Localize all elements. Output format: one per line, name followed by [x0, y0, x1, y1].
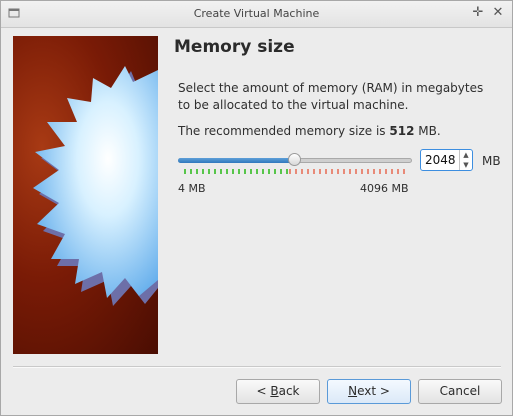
back-accelerator: B: [270, 384, 279, 398]
slider-max-label: 4096 MB: [360, 182, 409, 195]
back-button[interactable]: < Back: [236, 379, 320, 404]
memory-unit-label: MB: [482, 154, 501, 168]
recommended-value: 512: [389, 124, 415, 138]
back-prefix: <: [256, 384, 271, 398]
spin-down-icon[interactable]: ▼: [460, 160, 472, 170]
spin-arrows[interactable]: ▲ ▼: [459, 150, 472, 170]
dialog-window: Create Virtual Machine ✛ ✕ Memory size S…: [0, 0, 513, 416]
wizard-illustration: [13, 36, 158, 354]
slider-min-label: 4 MB: [178, 182, 206, 195]
slider-handle[interactable]: [288, 153, 302, 166]
next-accelerator: N: [348, 384, 358, 398]
memory-spinbox[interactable]: 2048 ▲ ▼: [420, 149, 473, 171]
memory-scale: [184, 169, 407, 174]
spin-up-icon[interactable]: ▲: [460, 150, 472, 160]
memory-value-input[interactable]: 2048: [425, 153, 456, 167]
unsafe-range-ticks: [288, 169, 407, 174]
slider-fill: [178, 158, 295, 163]
recommended-prefix: The recommended memory size is: [178, 124, 386, 138]
next-label-rest: ext >: [357, 384, 390, 398]
back-label-rest: ack: [278, 384, 300, 398]
next-button[interactable]: Next >: [327, 379, 411, 404]
page-description: Select the amount of memory (RAM) in meg…: [178, 81, 484, 112]
maximize-icon[interactable]: ✛: [471, 6, 485, 20]
recommended-memory-text: The recommended memory size is 512 MB.: [178, 124, 441, 138]
recommended-suffix: MB.: [418, 124, 441, 138]
close-icon[interactable]: ✕: [491, 6, 505, 20]
memory-slider[interactable]: [178, 153, 412, 169]
page-title: Memory size: [174, 37, 295, 57]
title-bar[interactable]: Create Virtual Machine ✛ ✕: [1, 1, 512, 28]
safe-range-ticks: [184, 169, 289, 174]
cancel-button[interactable]: Cancel: [418, 379, 502, 404]
window-title: Create Virtual Machine: [193, 7, 320, 20]
button-separator: [13, 366, 501, 368]
starburst-illustration: [33, 66, 158, 306]
